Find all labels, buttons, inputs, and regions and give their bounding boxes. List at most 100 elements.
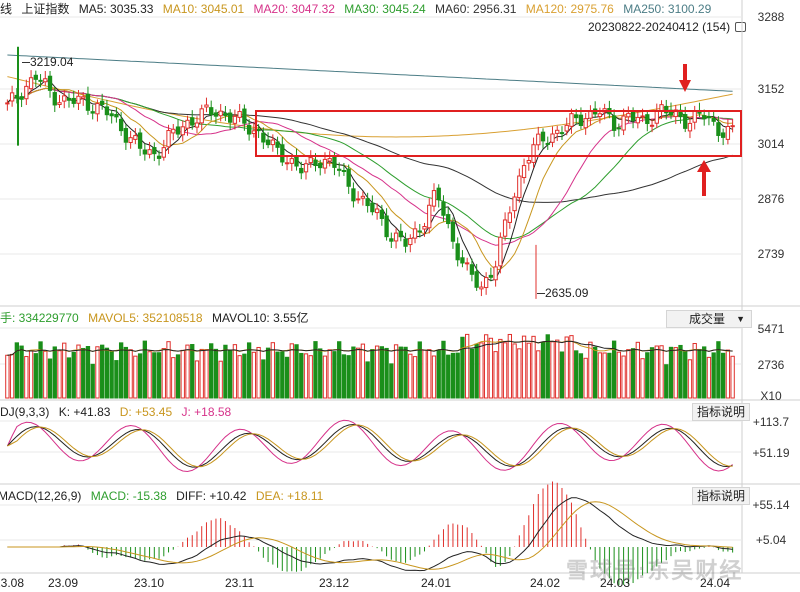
volume-bar (668, 346, 674, 399)
candle-body (574, 114, 579, 119)
volume-bar (223, 344, 228, 399)
volume-bar (398, 346, 403, 399)
candle-body (540, 131, 546, 142)
volume-bar (550, 341, 555, 399)
volume-bar (460, 336, 465, 399)
candle-body (488, 274, 494, 278)
volume-bar (95, 346, 100, 399)
candle-body (630, 110, 636, 121)
candle-body (156, 155, 162, 159)
volume-bar (232, 344, 238, 399)
volume-bar (654, 345, 659, 399)
volume-bar (640, 358, 645, 399)
candle-body (166, 130, 171, 148)
candle-body (455, 243, 460, 261)
volume-bar (545, 334, 550, 399)
volume-bar (588, 341, 593, 399)
candle-body (398, 230, 403, 238)
candle-body (370, 202, 375, 213)
volume-bar (346, 355, 351, 399)
candle-body (365, 198, 370, 207)
volume-bar (521, 335, 527, 399)
candle-body (483, 277, 489, 289)
volume-bar (374, 345, 380, 399)
candle-body (446, 214, 451, 225)
volume-bar (498, 338, 503, 399)
volume-bar (104, 347, 110, 399)
candle-body (645, 114, 650, 125)
ma60-line (7, 87, 733, 203)
volume-bar (19, 345, 24, 399)
candle-body (161, 147, 166, 158)
volume-bar (687, 359, 693, 399)
volume-bar (602, 352, 607, 399)
candle-body (175, 126, 181, 135)
volume-bar (228, 350, 233, 399)
volume-bar (692, 343, 697, 399)
candle-body (152, 147, 157, 155)
volume-bar (303, 353, 309, 399)
candle-body (303, 163, 309, 173)
volume-bar (194, 360, 200, 399)
macd-axis-label: +5.04 (755, 533, 787, 547)
candle-body (531, 144, 536, 163)
candle-body (716, 122, 721, 136)
candle-body (308, 157, 313, 164)
candle-body (408, 237, 413, 246)
candle-body (389, 238, 394, 242)
candle-body (90, 111, 95, 114)
volume-bar (180, 349, 185, 399)
volume-bar (204, 349, 209, 399)
volume-bar (209, 343, 214, 399)
volume-bar (578, 353, 584, 399)
candle-body (237, 111, 242, 118)
volume-bar (62, 342, 67, 399)
mavol10-line (7, 340, 733, 356)
candle-body (526, 160, 531, 164)
candle-body (76, 95, 81, 104)
volume-axis-label: 5471 (757, 322, 785, 336)
candle-body (569, 113, 574, 127)
volume-bar (379, 346, 385, 399)
volume-bar (76, 344, 81, 399)
candle-body (374, 208, 380, 214)
candle-body (640, 115, 645, 118)
x-axis-tick: 24.01 (421, 576, 452, 590)
volume-axis-unit: X10 (760, 389, 782, 403)
candle-body (431, 190, 437, 207)
volume-bar (90, 363, 95, 399)
candle-body (280, 144, 285, 163)
volume-bar (393, 344, 399, 399)
candle-body (583, 118, 588, 129)
volume-bar (593, 346, 598, 399)
candle-body (100, 100, 105, 106)
candle-body (597, 113, 603, 118)
volume-bar (284, 356, 290, 399)
volume-bar (351, 346, 356, 399)
volume-bar (355, 347, 361, 399)
volume-bar (450, 352, 456, 399)
candle-body (47, 75, 53, 91)
volume-bar (218, 360, 223, 399)
volume-bar (9, 353, 15, 399)
volume-bar (725, 349, 731, 399)
indicator-dropdown[interactable]: 成交量 ▼ (666, 310, 752, 328)
x-axis-tick: 23.08 (0, 576, 25, 590)
volume-bar (213, 348, 219, 399)
candle-body (474, 271, 479, 288)
kdj-d-line (7, 424, 733, 468)
ma250-line (7, 54, 733, 92)
candle-body (128, 137, 133, 144)
volume-bar (246, 342, 252, 399)
candle-body (498, 236, 503, 267)
low-annotation: 2635.09 (537, 286, 588, 300)
candle-body (294, 155, 299, 167)
candle-body (284, 162, 290, 165)
candle-body (545, 142, 550, 145)
volume-bar (190, 344, 195, 399)
candle-body (270, 139, 275, 146)
candle-body (28, 77, 34, 90)
volume-bar (118, 342, 124, 399)
high-value: 3219.04 (30, 55, 74, 69)
candle-body (318, 162, 323, 169)
